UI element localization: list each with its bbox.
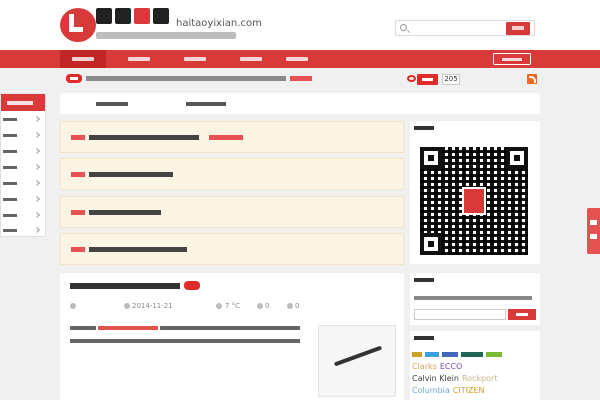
search-button[interactable] bbox=[506, 22, 530, 35]
chevron-right-icon bbox=[34, 164, 40, 170]
sidebar-item[interactable] bbox=[1, 128, 45, 143]
nav-item-home[interactable] bbox=[60, 50, 106, 68]
notice-bar: 205 bbox=[60, 72, 540, 86]
tag-item[interactable]: Calvin Klein bbox=[412, 374, 459, 383]
nav-item-5[interactable] bbox=[274, 50, 320, 68]
promo-item[interactable] bbox=[60, 196, 404, 228]
promo-item[interactable] bbox=[60, 158, 404, 190]
share-button[interactable] bbox=[587, 208, 600, 254]
category-sidebar bbox=[0, 93, 46, 237]
promo-item[interactable] bbox=[60, 121, 404, 153]
tag-item[interactable]: CITIZEN bbox=[453, 386, 485, 395]
sidebar-item[interactable] bbox=[1, 176, 45, 191]
nav-item-3[interactable] bbox=[172, 50, 218, 68]
hot-icon bbox=[66, 74, 82, 83]
logo-mark-icon bbox=[69, 14, 83, 32]
sidebar-item[interactable] bbox=[1, 160, 45, 175]
sidebar-item[interactable] bbox=[1, 192, 45, 207]
pen-image bbox=[333, 345, 383, 367]
site-domain: haitaoyixian.com bbox=[176, 18, 262, 29]
follower-count: 205 bbox=[442, 74, 460, 85]
nav-right-button[interactable] bbox=[493, 53, 531, 65]
weather-icon bbox=[216, 303, 222, 309]
heart-icon[interactable] bbox=[257, 303, 263, 309]
article-meta: 2014-11-21 7 °C 0 0 bbox=[70, 302, 310, 312]
qr-panel bbox=[410, 121, 540, 264]
content-tabs bbox=[60, 93, 540, 114]
tag-item[interactable]: Clarks bbox=[412, 362, 437, 371]
nav-item-2[interactable] bbox=[116, 50, 162, 68]
chevron-right-icon bbox=[34, 227, 40, 233]
tag-item[interactable]: ECCO bbox=[440, 362, 463, 371]
sidebar-title bbox=[1, 94, 45, 111]
tab-2[interactable] bbox=[186, 102, 226, 106]
like-count: 0 bbox=[265, 302, 270, 310]
article-card: 2014-11-21 7 °C 0 0 bbox=[60, 273, 404, 400]
tag-cloud: Clarks ECCO Calvin Klein Rockport Columbia… bbox=[412, 349, 538, 397]
article-body-line bbox=[160, 326, 300, 330]
article-thumbnail[interactable] bbox=[318, 325, 396, 397]
subscribe-button[interactable] bbox=[508, 309, 536, 320]
sidebar-item[interactable] bbox=[1, 144, 45, 159]
subscribe-text bbox=[414, 296, 532, 300]
article-title[interactable] bbox=[70, 283, 180, 289]
qr-logo bbox=[462, 187, 486, 215]
eye-icon bbox=[407, 75, 416, 82]
chevron-right-icon bbox=[34, 116, 40, 122]
follow-button[interactable] bbox=[417, 74, 438, 85]
comment-count: 0 bbox=[295, 302, 300, 310]
site-header: haitaoyixian.com bbox=[0, 0, 600, 50]
sidebar-item[interactable] bbox=[1, 112, 45, 127]
author-icon bbox=[70, 303, 76, 309]
notice-link[interactable] bbox=[290, 76, 312, 81]
sidebar-item[interactable] bbox=[1, 208, 45, 223]
site-slogan bbox=[96, 32, 236, 39]
article-body-line bbox=[70, 339, 300, 343]
nav-item-4[interactable] bbox=[228, 50, 274, 68]
subscribe-panel bbox=[410, 273, 540, 325]
site-title[interactable] bbox=[96, 8, 176, 28]
tab-1[interactable] bbox=[96, 102, 128, 106]
chevron-right-icon bbox=[34, 196, 40, 202]
article-temperature: 7 °C bbox=[225, 302, 241, 310]
tag-item[interactable]: Rockport bbox=[462, 374, 498, 383]
chevron-right-icon bbox=[34, 148, 40, 154]
search-icon bbox=[400, 24, 407, 31]
promo-item[interactable] bbox=[60, 233, 404, 265]
search-input[interactable] bbox=[410, 22, 500, 34]
hot-badge-icon bbox=[184, 281, 200, 290]
comment-icon[interactable] bbox=[287, 303, 293, 309]
rss-icon[interactable] bbox=[527, 74, 537, 84]
article-date: 2014-11-21 bbox=[132, 302, 173, 310]
tags-title bbox=[414, 336, 434, 340]
chevron-right-icon bbox=[34, 180, 40, 186]
tag-item[interactable]: Columbia bbox=[412, 386, 450, 395]
article-body-line bbox=[70, 326, 96, 330]
clock-icon bbox=[124, 303, 130, 309]
chevron-right-icon bbox=[34, 212, 40, 218]
notice-text bbox=[86, 76, 286, 81]
subscribe-title bbox=[414, 278, 434, 282]
site-logo[interactable] bbox=[60, 8, 96, 42]
subscribe-input[interactable] bbox=[414, 309, 506, 320]
chevron-right-icon bbox=[34, 132, 40, 138]
qr-panel-title bbox=[414, 126, 434, 130]
qr-code bbox=[420, 147, 528, 255]
tags-panel: Clarks ECCO Calvin Klein Rockport Columbia… bbox=[410, 331, 540, 400]
sidebar-item[interactable] bbox=[1, 223, 45, 238]
main-nav bbox=[0, 50, 600, 68]
article-body-link[interactable] bbox=[98, 326, 158, 330]
